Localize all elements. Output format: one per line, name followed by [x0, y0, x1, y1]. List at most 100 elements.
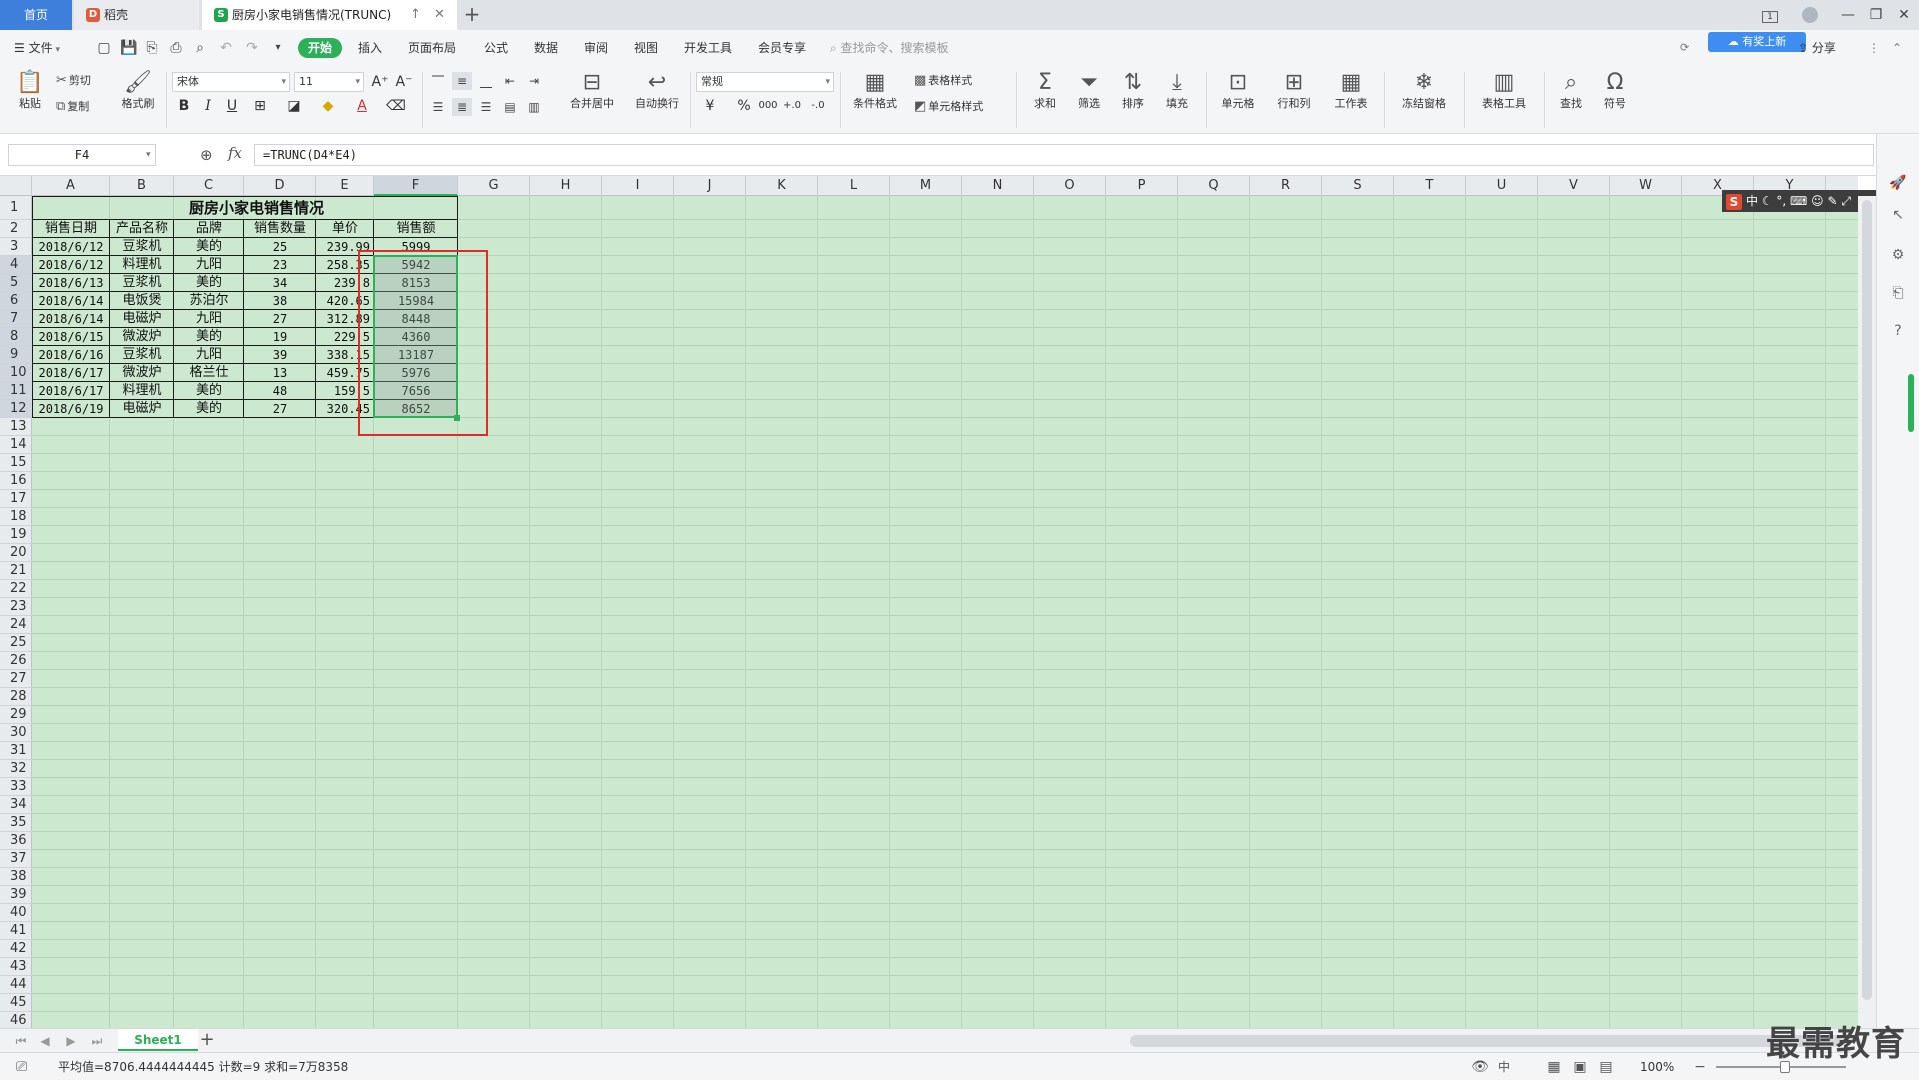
table-cell[interactable]: 2018/6/12 [32, 256, 110, 274]
row-header-30[interactable]: 30 [0, 724, 32, 742]
settings-sliders-icon[interactable]: ⚙ [1889, 246, 1907, 264]
save-icon[interactable]: 💾 [120, 40, 137, 56]
help-icon[interactable]: ? [1889, 322, 1907, 340]
quick-access-dropdown-icon[interactable]: ▾ [270, 40, 286, 56]
clear-format-icon[interactable]: ⌫ [386, 96, 406, 116]
tab-home[interactable]: 首页 [0, 0, 72, 30]
table-cell[interactable]: 2018/6/12 [32, 238, 110, 256]
column-header-a[interactable]: A [32, 176, 110, 196]
table-cell[interactable]: 九阳 [174, 310, 244, 328]
row-header-19[interactable]: 19 [0, 526, 32, 544]
percent-button[interactable]: % [734, 96, 754, 116]
copy-button[interactable]: ⧉ 复制 [56, 98, 89, 116]
row-header-42[interactable]: 42 [0, 940, 32, 958]
fx-icon[interactable]: fx [228, 144, 242, 162]
row-header-15[interactable]: 15 [0, 454, 32, 472]
table-cell[interactable]: 2018/6/16 [32, 346, 110, 364]
row-header-45[interactable]: 45 [0, 994, 32, 1012]
align-middle-icon[interactable]: ≡ [452, 72, 472, 90]
table-cell[interactable]: 九阳 [174, 346, 244, 364]
column-header-g[interactable]: G [458, 176, 530, 196]
format-painter-button[interactable]: 🖌 格式刷 [118, 70, 158, 112]
row-header-37[interactable]: 37 [0, 850, 32, 868]
table-style-button[interactable]: ▩ 表格样式 [914, 72, 972, 90]
row-header-9[interactable]: 9 [0, 346, 32, 364]
row-header-26[interactable]: 26 [0, 652, 32, 670]
select-all-corner[interactable] [0, 176, 32, 196]
table-cell[interactable]: 2018/6/14 [32, 292, 110, 310]
restore-button[interactable]: ❐ [1862, 0, 1890, 30]
table-header-cell[interactable]: 单价 [316, 220, 374, 238]
column-header-k[interactable]: K [746, 176, 818, 196]
table-cell[interactable]: 27 [244, 310, 316, 328]
table-cell[interactable]: 27 [244, 400, 316, 418]
cell-style-button[interactable]: ◩ 单元格样式 [914, 98, 983, 116]
underline-button[interactable]: U [222, 96, 242, 116]
table-cell[interactable]: 2018/6/13 [32, 274, 110, 292]
table-header-cell[interactable]: 品牌 [174, 220, 244, 238]
row-header-21[interactable]: 21 [0, 562, 32, 580]
filter-button[interactable]: ⏷ 筛选 [1070, 70, 1108, 112]
font-name-select[interactable]: 宋体 ▾ [172, 72, 290, 92]
column-header-c[interactable]: C [174, 176, 244, 196]
menu-review[interactable]: 审阅 [584, 30, 608, 66]
paste-button[interactable]: 📋 粘贴 [12, 70, 48, 112]
tab-document[interactable]: S 厨房小家电销售情况(TRUNC) ↑ ✕ [202, 0, 457, 30]
align-bottom-icon[interactable]: ⎽ [476, 72, 496, 90]
table-cell[interactable]: 电磁炉 [110, 310, 174, 328]
column-header-e[interactable]: E [316, 176, 374, 196]
table-cell[interactable]: 豆浆机 [110, 274, 174, 292]
row-header-13[interactable]: 13 [0, 418, 32, 436]
normal-view-icon[interactable]: ▦ [1544, 1057, 1564, 1077]
row-header-36[interactable]: 36 [0, 832, 32, 850]
table-cell[interactable]: 微波炉 [110, 328, 174, 346]
table-header-cell[interactable]: 产品名称 [110, 220, 174, 238]
add-sheet-button[interactable]: + [196, 1029, 218, 1051]
row-header-11[interactable]: 11 [0, 382, 32, 400]
export-icon[interactable]: ⎘ [144, 40, 160, 56]
table-cell[interactable]: 38 [244, 292, 316, 310]
row-header-22[interactable]: 22 [0, 580, 32, 598]
row-header-29[interactable]: 29 [0, 706, 32, 724]
ime-status[interactable]: 中 [1494, 1057, 1514, 1077]
table-cell[interactable]: 39 [244, 346, 316, 364]
table-cell[interactable]: 美的 [174, 328, 244, 346]
fill-style-icon[interactable]: ◪ [284, 96, 304, 116]
print-icon[interactable]: ⎙ [168, 40, 184, 56]
table-cell[interactable]: 苏泊尔 [174, 292, 244, 310]
merge-center-button[interactable]: ⊟ 合并居中 [560, 70, 624, 112]
table-cell[interactable]: 美的 [174, 238, 244, 256]
row-header-7[interactable]: 7 [0, 310, 32, 328]
menu-page-layout[interactable]: 页面布局 [408, 30, 456, 66]
align-center-icon[interactable]: ≣ [452, 98, 472, 116]
table-header-cell[interactable]: 销售日期 [32, 220, 110, 238]
share-button[interactable]: ⇪ 分享 [1798, 30, 1836, 66]
font-color-icon[interactable]: A [352, 96, 372, 116]
table-cell[interactable]: 电磁炉 [110, 400, 174, 418]
eye-protection-icon[interactable]: 👁 [1470, 1057, 1490, 1077]
table-cell[interactable]: 19 [244, 328, 316, 346]
menu-formula[interactable]: 公式 [484, 30, 508, 66]
row-header-6[interactable]: 6 [0, 292, 32, 310]
sum-button[interactable]: Σ 求和 [1026, 70, 1064, 112]
table-cell[interactable]: 34 [244, 274, 316, 292]
last-sheet-icon[interactable]: ⏭ [88, 1031, 106, 1051]
table-cell[interactable]: 2018/6/19 [32, 400, 110, 418]
window-badge[interactable]: 1 [1756, 0, 1784, 30]
table-cell[interactable]: 13 [244, 364, 316, 382]
next-sheet-icon[interactable]: ▶ [62, 1031, 80, 1051]
new-file-icon[interactable]: ▢ [96, 40, 112, 56]
currency-button[interactable]: ¥ [700, 96, 720, 116]
new-tab-button[interactable]: + [460, 0, 484, 30]
print-preview-icon[interactable]: ⌕ [192, 40, 208, 56]
row-header-18[interactable]: 18 [0, 508, 32, 526]
row-header-20[interactable]: 20 [0, 544, 32, 562]
border-icon[interactable]: ⊞ [250, 96, 270, 116]
horizontal-scrollbar[interactable] [1130, 1035, 1840, 1047]
table-cell[interactable]: 2018/6/17 [32, 364, 110, 382]
close-tab-icon[interactable]: ✕ [434, 0, 445, 30]
row-header-38[interactable]: 38 [0, 868, 32, 886]
row-header-16[interactable]: 16 [0, 472, 32, 490]
decrease-decimal-button[interactable]: -.0 [808, 96, 828, 116]
column-header-n[interactable]: N [962, 176, 1034, 196]
